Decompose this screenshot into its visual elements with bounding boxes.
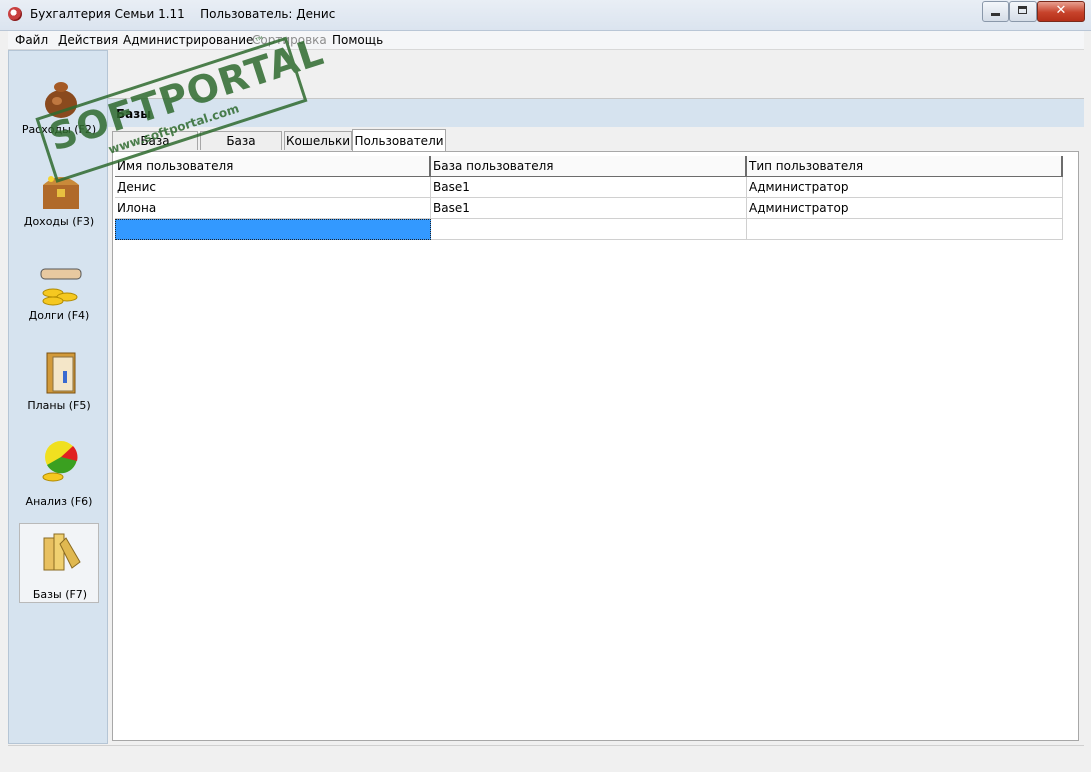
table-row[interactable]: Денис Base1 Администратор [115, 177, 1063, 198]
menu-help[interactable]: Помощь [332, 33, 383, 47]
close-button[interactable]: ✕ [1037, 1, 1085, 22]
treasure-chest-icon [43, 176, 79, 209]
cell-user-name-selected[interactable] [115, 219, 431, 240]
tab-wallets[interactable]: Кошельки [284, 131, 352, 150]
cell-user-type[interactable] [747, 219, 1063, 240]
books-icon [43, 533, 81, 571]
tab-expense-base[interactable]: База расходов [112, 131, 198, 167]
cell-user-base[interactable] [431, 219, 747, 240]
cell-user-type[interactable]: Администратор [747, 198, 1063, 219]
sidebar-item-expenses[interactable]: Расходы (F2) [19, 77, 99, 157]
folder-icon [46, 352, 76, 394]
sidebar-item-debts[interactable]: Долги (F4) [19, 263, 99, 343]
users-grid-panel: Имя пользователя База пользователя Тип п… [112, 151, 1079, 741]
menu-sorting[interactable]: Сортировка [252, 33, 327, 47]
column-header-user-type[interactable]: Тип пользователя [747, 156, 1063, 177]
section-title: Базы [116, 107, 152, 121]
sidebar-item-plans[interactable]: Планы (F5) [19, 351, 99, 431]
money-bag-icon [45, 82, 77, 118]
cell-user-name[interactable]: Илона [115, 198, 431, 219]
section-header: Базы [108, 99, 1084, 127]
main-panel: Базы База расходов База доходов Кошельки… [108, 50, 1084, 744]
app-icon[interactable] [8, 7, 22, 21]
menu-actions[interactable]: Действия [58, 33, 118, 47]
menu-file[interactable]: Файл [15, 33, 48, 47]
maximize-icon [1018, 6, 1027, 14]
tab-income-base[interactable]: База доходов [200, 131, 282, 167]
cell-user-base[interactable]: Base1 [431, 198, 747, 219]
table-row[interactable]: Илона Base1 Администратор [115, 198, 1063, 219]
minimize-button[interactable] [982, 1, 1009, 22]
sidebar-item-label: Анализ (F6) [25, 495, 93, 508]
sidebar-item-label: Долги (F4) [28, 309, 90, 322]
application-window: Бухгалтерия Семьи 1.11 Пользователь: Ден… [0, 0, 1091, 772]
handshake-coins-icon [40, 268, 82, 306]
cell-user-base[interactable]: Base1 [431, 177, 747, 198]
column-header-user-name[interactable]: Имя пользователя [115, 156, 431, 177]
status-bar [8, 745, 1084, 766]
cell-user-name[interactable]: Денис [115, 177, 431, 198]
menu-administration[interactable]: Администрирование [123, 33, 253, 47]
window-title: Бухгалтерия Семьи 1.11 Пользователь: Ден… [30, 7, 336, 21]
sidebar-item-label: Базы (F7) [32, 588, 88, 601]
maximize-button[interactable] [1009, 1, 1037, 22]
minimize-icon [991, 13, 1000, 16]
menu-bar: Файл Действия Администрирование Сортиров… [8, 31, 1084, 50]
grid-header: Имя пользователя База пользователя Тип п… [115, 156, 1063, 177]
title-bar[interactable]: Бухгалтерия Семьи 1.11 Пользователь: Ден… [0, 0, 1091, 31]
pie-chart-icon [42, 441, 78, 482]
sidebar-item-label: Доходы (F3) [23, 215, 95, 228]
sidebar-item-analysis[interactable]: Анализ (F6) [19, 439, 99, 519]
close-icon: ✕ [1055, 3, 1067, 18]
cell-user-type[interactable]: Администратор [747, 177, 1063, 198]
sidebar-item-income[interactable]: Доходы (F3) [19, 169, 99, 249]
column-header-user-base[interactable]: База пользователя [431, 156, 747, 177]
toolbar [108, 50, 1084, 99]
sidebar-item-label: Расходы (F2) [21, 123, 97, 136]
tab-users[interactable]: Пользователи [352, 129, 446, 151]
sidebar-item-databases[interactable]: Базы (F7) [19, 523, 99, 603]
table-row-new[interactable] [115, 219, 1063, 240]
sidebar-item-label: Планы (F5) [27, 399, 91, 412]
sidebar: Расходы (F2) Доходы (F3) Долги (F4) План… [8, 50, 108, 744]
